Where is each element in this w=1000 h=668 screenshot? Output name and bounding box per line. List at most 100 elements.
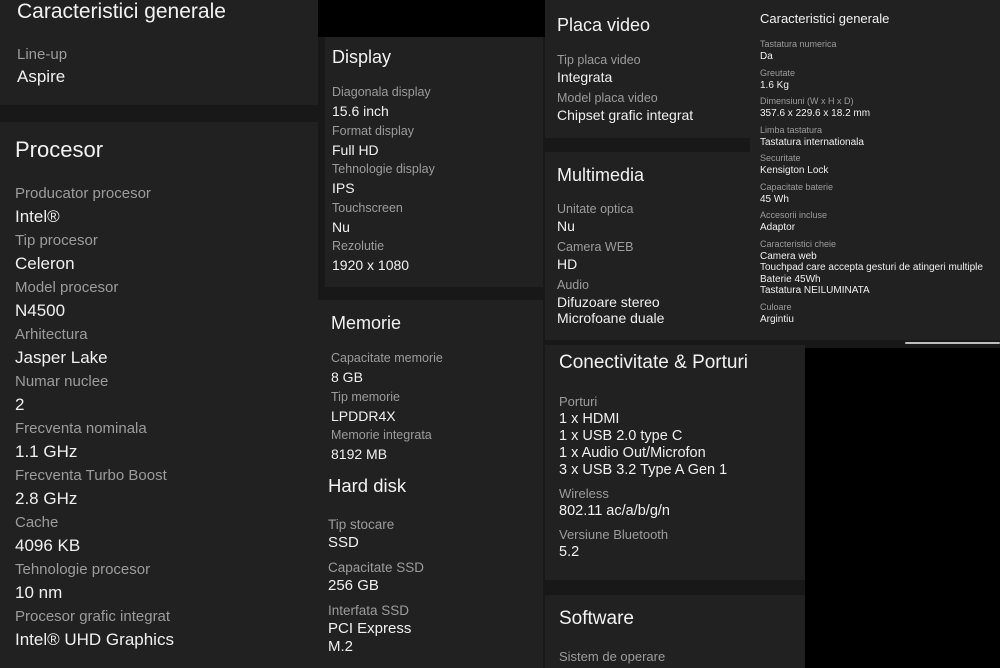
spec-label: Memorie integrata — [331, 428, 432, 442]
spec-label: Caracteristici cheie — [760, 238, 837, 249]
spec-label: Model placa video — [557, 91, 658, 105]
spec-row: Audio Difuzoare stereo Microfoane duale — [557, 277, 750, 326]
spec-label: Wireless — [559, 486, 609, 501]
spec-label: Producator procesor — [15, 185, 151, 202]
spec-row: Tip stocare SSD — [328, 515, 543, 552]
spec-value: 3 x USB 3.2 Type A Gen 1 — [559, 462, 728, 478]
section-title: Display — [332, 47, 392, 67]
spec-row: Securitate Kensigton Lock — [760, 152, 1000, 177]
spec-value: Kensigton Lock — [760, 165, 829, 176]
spec-label: Tip memorie — [331, 389, 400, 404]
spec-value: SSD — [328, 534, 359, 551]
spec-row: Tehnologie display IPS — [332, 161, 543, 200]
spec-value: 1.6 Kg — [760, 79, 789, 91]
spec-row: Tastatura numerica Da — [760, 38, 1000, 63]
spec-label: Format display — [332, 123, 414, 138]
spec-row: Frecventa Turbo Boost 2.8 GHz — [15, 465, 318, 512]
section-title: Hard disk — [328, 475, 407, 496]
spec-label: Porturi — [559, 394, 598, 409]
section-caracteristici-generale: Caracteristici generale Tastatura numeric… — [750, 0, 1000, 340]
section-title: Placa video — [557, 15, 651, 35]
spec-value: 1920 x 1080 — [332, 257, 410, 273]
section-title: Software — [559, 608, 634, 629]
spec-value: Da — [760, 51, 773, 62]
spec-value: 8192 MB — [331, 446, 388, 462]
section-multimedia: Multimedia Unitate optica Nu Camera WEB HD Au… — [545, 152, 750, 340]
black-gap-right — [805, 348, 1000, 668]
section-title: Multimedia — [557, 165, 645, 185]
spec-row: Tip memorie LPDDR4X — [331, 389, 543, 428]
spec-label: Tip placa video — [557, 53, 641, 67]
spec-row: Accesorii incluse Adaptor — [760, 209, 1000, 234]
spec-value: 1 x HDMI — [559, 411, 620, 427]
black-gap-top — [318, 0, 545, 37]
spec-value: 5.2 — [559, 544, 580, 560]
spec-value: 15.6 inch — [332, 103, 389, 119]
spec-row: Numar nuclee 2 — [15, 371, 318, 418]
spec-value: Intel® UHD Graphics — [15, 630, 174, 649]
section-procesor: Procesor Producator procesor Intel® Tip pro… — [0, 122, 318, 668]
spec-row: Producator procesor Intel® — [15, 183, 318, 230]
spec-row: Procesor grafic integrat Intel® UHD Graph… — [15, 606, 318, 653]
spec-row: Unitate optica Nu — [557, 201, 750, 234]
spec-row: Dimensiuni (W x H x D) 357.6 x 229.6 x 18… — [760, 95, 1000, 120]
spec-row: Diagonala display 15.6 inch — [332, 84, 543, 123]
spec-value: Nu — [332, 218, 350, 235]
spec-value: Integrata — [557, 69, 613, 85]
spec-row: Capacitate baterie 45 Wh — [760, 181, 1000, 206]
spec-label: Tastatura numerica — [760, 39, 837, 49]
spec-row: Camera WEB HD — [557, 239, 750, 272]
spec-value: HD — [557, 256, 578, 272]
spec-value: Tastatura NEILUMINATA — [760, 285, 870, 296]
spec-label: Securitate — [760, 153, 801, 163]
section-caracteristici-generale: Caracteristici generale Line-up Aspire — [0, 0, 318, 105]
spec-label: Procesor grafic integrat — [15, 608, 171, 625]
section-title: Procesor — [15, 137, 104, 162]
spec-label: Culoare — [760, 301, 792, 312]
section-hard-disk: Hard disk Tip stocare SSD Capacitate SSD 256… — [318, 470, 543, 668]
spec-label: Interfata SSD — [328, 603, 410, 618]
spec-value: Adaptor — [760, 222, 796, 233]
spec-label: Cache — [15, 514, 59, 531]
spec-label: Tip stocare — [328, 517, 395, 532]
spec-value: 45 Wh — [760, 193, 789, 205]
spec-value: Full HD — [332, 141, 379, 158]
spec-row: Frecventa nominala 1.1 GHz — [15, 418, 318, 465]
spec-value: Jasper Lake — [15, 348, 108, 367]
section-software: Software Sistem de operare — [545, 595, 805, 668]
scrollbar[interactable] — [905, 342, 1000, 344]
spec-row: Sistem de operare — [559, 648, 805, 666]
spec-value: LPDDR4X — [331, 407, 396, 424]
spec-row: Format display Full HD — [332, 123, 543, 162]
spec-value: Nu — [557, 218, 575, 234]
section-title: Caracteristici generale — [760, 11, 890, 26]
spec-label: Touchscreen — [332, 200, 403, 215]
spec-value: 8 GB — [331, 369, 363, 385]
spec-value: 2.8 GHz — [15, 489, 78, 508]
spec-row: Culoare Argintiu — [760, 301, 1000, 326]
spec-value: 802.11 ac/a/b/g/n — [559, 503, 670, 519]
spec-row: Tip procesor Celeron — [15, 230, 318, 277]
spec-value: Chipset grafic integrat — [557, 107, 694, 123]
spec-label: Limba tastatura — [760, 124, 823, 135]
spec-row: Touchscreen Nu — [332, 200, 543, 239]
spec-row: Model procesor N4500 — [15, 277, 318, 324]
spec-value: 4096 KB — [15, 536, 81, 555]
section-title: Caracteristici generale — [17, 0, 226, 23]
spec-label: Capacitate memorie — [331, 351, 443, 365]
section-title: Memorie — [331, 313, 402, 333]
section-title: Conectivitate & Porturi — [559, 352, 749, 373]
spec-label: Audio — [557, 278, 589, 292]
section-placa-video: Placa video Tip placa video Integrata Model… — [545, 0, 750, 138]
spec-value: Camera web — [760, 250, 817, 262]
spec-label: Versiune Bluetooth — [559, 527, 669, 542]
spec-row: Wireless 802.11 ac/a/b/g/n — [559, 485, 805, 520]
spec-value: Baterie 45Wh — [760, 273, 821, 285]
spec-label: Rezolutie — [332, 239, 385, 253]
spec-value: 2 — [15, 395, 25, 414]
spec-label: Greutate — [760, 67, 796, 78]
spec-value: 1 x USB 2.0 type C — [559, 428, 683, 444]
spec-label: Unitate optica — [557, 202, 634, 216]
spec-value: Difuzoare stereo — [557, 294, 660, 310]
spec-value: 10 nm — [15, 583, 63, 602]
